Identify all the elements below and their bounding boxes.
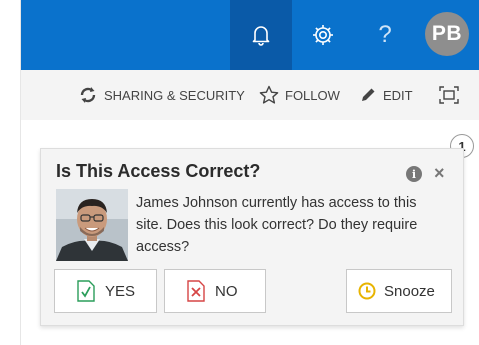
yes-button[interactable]: YES <box>54 269 157 313</box>
pencil-icon <box>362 88 375 101</box>
check-icon <box>77 280 95 302</box>
clock-icon <box>358 282 376 300</box>
snooze-label: Snooze <box>384 282 435 300</box>
yes-label: YES <box>105 282 136 300</box>
avatar[interactable]: PB <box>425 12 469 56</box>
snooze-button[interactable]: Snooze <box>346 269 452 313</box>
no-label: NO <box>215 282 238 300</box>
follow-label: FOLLOW <box>285 87 340 103</box>
page-action-bar: SHARING & SECURITY FOLLOW EDIT <box>21 70 479 120</box>
user-photo <box>56 189 128 261</box>
suite-header: ? PB <box>21 0 479 70</box>
no-button[interactable]: NO <box>164 269 266 313</box>
sync-icon <box>80 87 96 103</box>
sharing-security-button[interactable]: SHARING & SECURITY <box>78 70 245 120</box>
focus-mode-button[interactable] <box>439 70 465 120</box>
focus-icon <box>439 86 459 104</box>
edit-label: EDIT <box>383 87 413 103</box>
avatar-initials: PB <box>431 22 463 45</box>
access-message: James Johnson currently has access to th… <box>136 195 418 255</box>
bell-icon <box>252 26 270 46</box>
card-title: Is This Access Correct? <box>56 161 261 181</box>
sharing-security-label: SHARING & SECURITY <box>104 87 245 103</box>
x-icon <box>187 280 205 302</box>
info-icon[interactable]: i <box>406 166 422 182</box>
gear-icon <box>313 25 333 45</box>
help-icon: ? <box>378 21 392 48</box>
access-review-card: Is This Access Correct? i × James Johnso… <box>40 148 464 326</box>
follow-button[interactable]: FOLLOW <box>259 70 340 120</box>
notifications-button[interactable] <box>230 0 292 70</box>
user-photo-image <box>56 189 128 261</box>
help-button[interactable]: ? <box>354 0 416 70</box>
star-icon <box>259 85 279 104</box>
edit-button[interactable]: EDIT <box>359 70 413 120</box>
settings-button[interactable] <box>292 0 354 70</box>
close-icon[interactable]: × <box>434 163 445 184</box>
